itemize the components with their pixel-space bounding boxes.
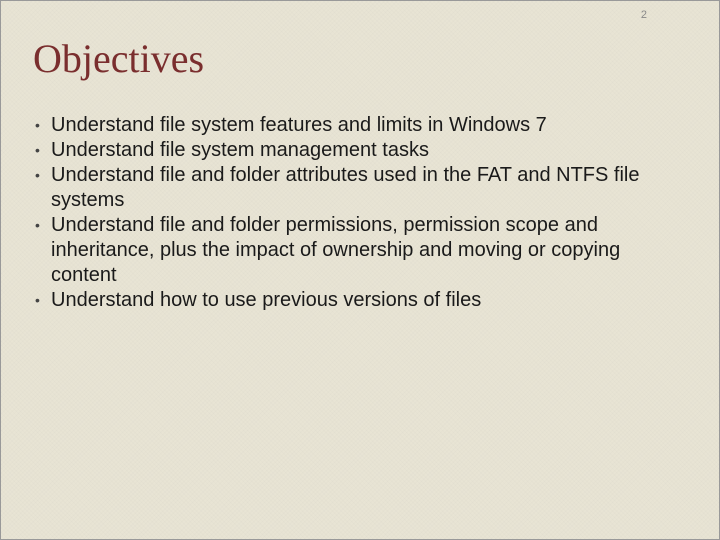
list-item: Understand file and folder permissions, … <box>35 213 669 288</box>
list-item: Understand how to use previous versions … <box>35 288 669 313</box>
bullet-list: Understand file system features and limi… <box>35 113 669 313</box>
page-number: 2 <box>641 9 647 21</box>
list-item: Understand file system features and limi… <box>35 113 669 138</box>
list-item: Understand file system management tasks <box>35 138 669 163</box>
slide-title: Objectives <box>33 35 204 82</box>
list-item: Understand file and folder attributes us… <box>35 163 669 213</box>
